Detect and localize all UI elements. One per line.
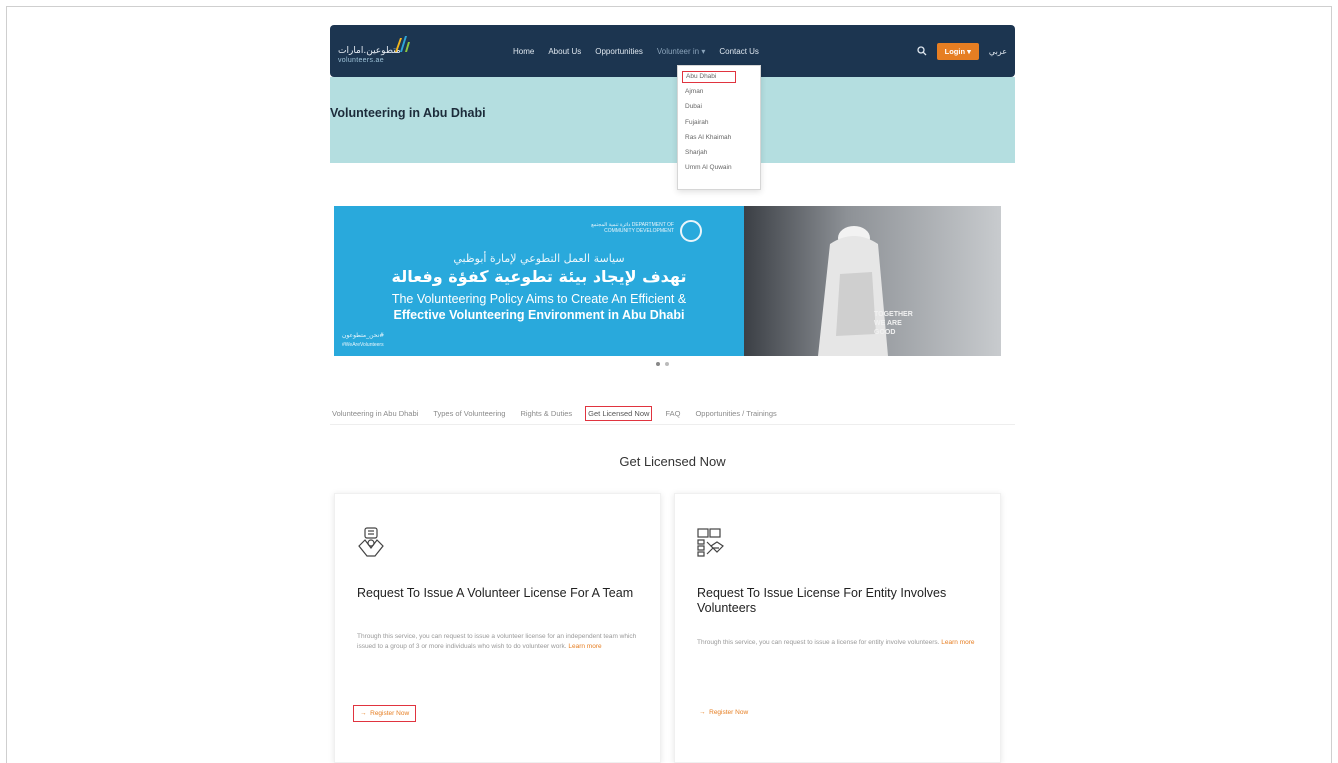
banner-org-name: دائرة تنمية المجتمع DEPARTMENT OF COMMUN… (591, 222, 674, 234)
register-now-button[interactable]: → Register Now (693, 705, 754, 720)
site-logo[interactable]: متطوعين.امارات volunteers.ae (338, 34, 410, 68)
dropdown-item-abu-dhabi[interactable]: Abu Dhabi (682, 71, 736, 83)
tab-volunteering-in-abu-dhabi[interactable]: Volunteering in Abu Dhabi (330, 407, 420, 420)
carousel-dot-2[interactable] (665, 362, 669, 366)
logo-arabic-text: متطوعين.امارات (338, 46, 401, 56)
volunteer-in-dropdown: Abu Dhabi Ajman Dubai Fujairah Ras Al Kh… (677, 65, 761, 190)
tab-types-of-volunteering[interactable]: Types of Volunteering (431, 407, 507, 420)
emblem-icon (680, 220, 702, 242)
tab-opportunities-trainings[interactable]: Opportunities / Trainings (693, 407, 778, 420)
card-title: Request To Issue License For Entity Invo… (697, 586, 947, 615)
language-switch[interactable]: عربي (989, 47, 1007, 56)
banner-hashtag-english: #WeAreVolunteers (342, 342, 384, 348)
learn-more-link[interactable]: Learn more (941, 639, 974, 646)
banner-arabic-headline: تهدف لإيجاد بيئة تطوعية كفؤة وفعالة (391, 267, 687, 286)
banner-hashtag-arabic: نحن_متطوعون# (342, 332, 385, 339)
page-hero: Volunteering in Abu Dhabi (330, 77, 1015, 163)
carousel-dot-1[interactable] (656, 362, 660, 366)
dropdown-item-ras-al-khaimah[interactable]: Ras Al Khaimah (682, 130, 756, 145)
section-tabs: Volunteering in Abu Dhabi Types of Volun… (330, 403, 1015, 425)
logo-english-text: volunteers.ae (338, 57, 384, 64)
section-heading: Get Licensed Now (619, 454, 726, 469)
policy-banner[interactable]: دائرة تنمية المجتمع DEPARTMENT OF COMMUN… (334, 206, 1001, 356)
register-now-button[interactable]: → Register Now (353, 705, 417, 722)
banner-english-line-2: Effective Volunteering Environment in Ab… (393, 308, 685, 322)
together-we-are-good-text: TOGETHER WE ARE GOOD (874, 311, 913, 336)
top-navbar: متطوعين.امارات volunteers.ae Home About … (330, 25, 1015, 77)
service-card-entity-license: Request To Issue License For Entity Invo… (674, 493, 1001, 763)
banner-english-line-1: The Volunteering Policy Aims to Create A… (391, 292, 687, 306)
page: متطوعين.امارات volunteers.ae Home About … (330, 25, 1015, 763)
card-title: Request To Issue A Volunteer License For… (357, 586, 634, 600)
nav-home[interactable]: Home (513, 47, 534, 56)
nav-actions: Login ▾ عربي (916, 25, 1007, 77)
service-card-team-license: Request To Issue A Volunteer License For… (334, 493, 661, 763)
tab-rights-duties[interactable]: Rights & Duties (518, 407, 574, 420)
card-description: Through this service, you can request to… (357, 633, 637, 650)
entity-license-icon (697, 528, 724, 557)
nav-about-us[interactable]: About Us (548, 47, 581, 56)
dropdown-item-fujairah[interactable]: Fujairah (682, 115, 756, 130)
nav-contact-us[interactable]: Contact Us (719, 47, 759, 56)
dropdown-item-umm-al-quwain[interactable]: Umm Al Quwain (682, 160, 756, 175)
dropdown-item-sharjah[interactable]: Sharjah (682, 145, 756, 160)
banner-text-panel: دائرة تنمية المجتمع DEPARTMENT OF COMMUN… (334, 206, 744, 356)
carousel-dots (656, 362, 669, 366)
team-license-icon (358, 527, 384, 557)
tab-get-licensed-now[interactable]: Get Licensed Now (585, 406, 653, 421)
card-description: Through this service, you can request to… (697, 639, 975, 646)
page-title: Volunteering in Abu Dhabi (330, 106, 486, 120)
learn-more-link[interactable]: Learn more (568, 643, 601, 650)
dropdown-item-dubai[interactable]: Dubai (682, 99, 756, 114)
tab-faq[interactable]: FAQ (663, 407, 682, 420)
banner-arabic-subtitle: سياسة العمل التطوعي لإمارة أبوظبي (453, 252, 625, 265)
nav-volunteer-in[interactable]: Volunteer in ▾ (657, 47, 706, 56)
search-icon[interactable] (916, 46, 927, 56)
nav-opportunities[interactable]: Opportunities (595, 47, 643, 56)
login-button[interactable]: Login ▾ (936, 42, 979, 60)
dropdown-item-ajman[interactable]: Ajman (682, 84, 756, 99)
